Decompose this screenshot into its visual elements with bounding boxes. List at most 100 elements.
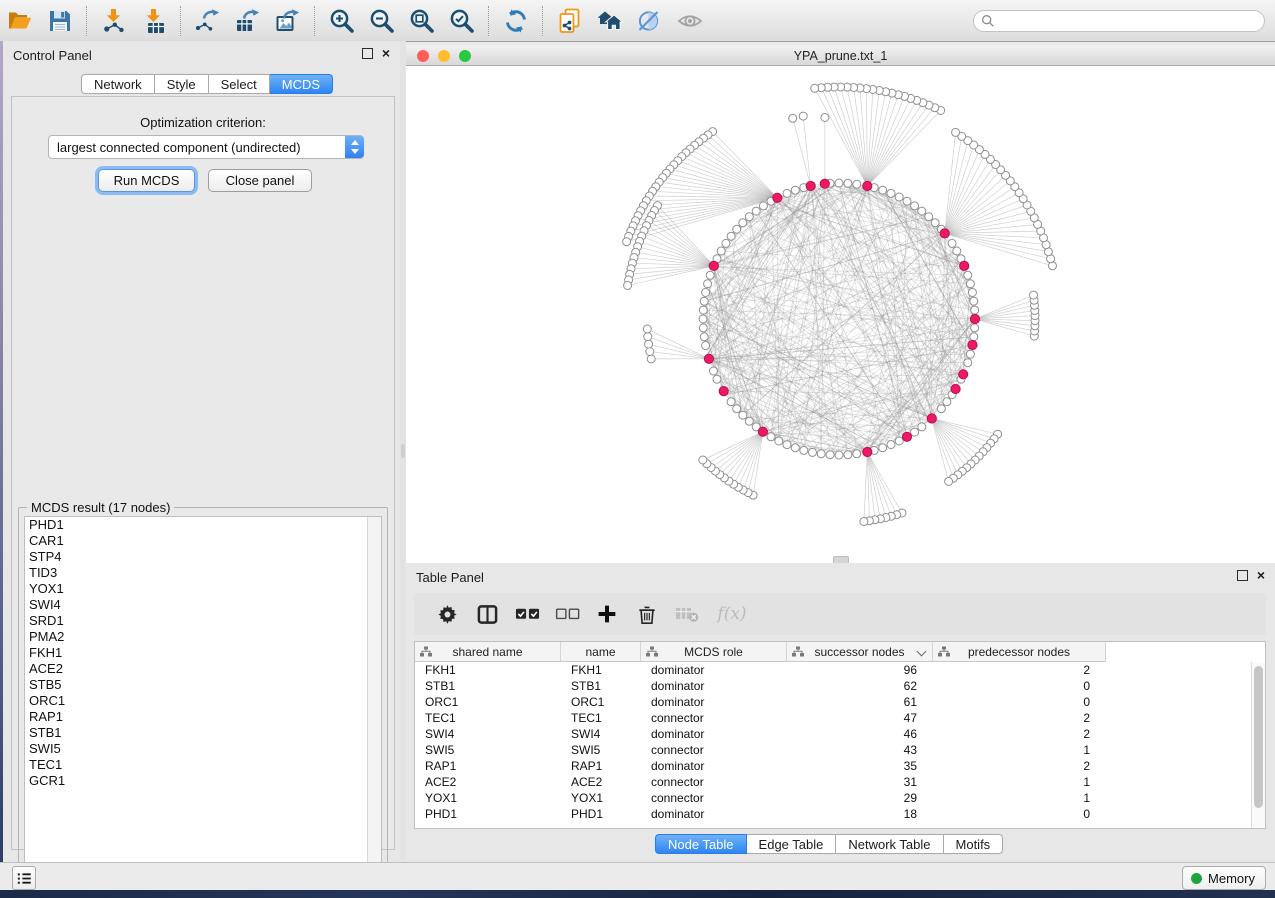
close-table-panel-icon[interactable]: × <box>1257 571 1265 580</box>
mcds-node[interactable] <box>704 354 713 363</box>
mcds-result-list[interactable]: PHD1CAR1STP4TID3YOX1SWI4SRD1PMA2FKH1ACE2… <box>24 516 382 873</box>
refresh-network-button[interactable] <box>501 6 531 36</box>
tab-select[interactable]: Select <box>209 74 270 94</box>
mcds-node[interactable] <box>968 340 977 349</box>
table-row[interactable]: ACE2ACE2connector311 <box>415 774 1252 790</box>
table-row[interactable]: SWI4SWI4dominator462 <box>415 726 1252 742</box>
zoom-selected-button[interactable] <box>447 6 477 36</box>
tab-network-table[interactable]: Network Table <box>836 834 943 854</box>
mcds-node[interactable] <box>758 427 767 436</box>
mcds-result-item[interactable]: RAP1 <box>25 709 381 725</box>
show-details-button[interactable] <box>675 6 705 36</box>
tab-edge-table[interactable]: Edge Table <box>747 834 837 854</box>
hide-details-button[interactable] <box>635 6 665 36</box>
zoom-in-button[interactable] <box>327 6 357 36</box>
column-header-shared_name[interactable]: shared name <box>415 642 561 662</box>
memory-button[interactable]: Memory <box>1182 866 1266 890</box>
export-table-button[interactable] <box>233 6 263 36</box>
import-network-button[interactable] <box>99 6 129 36</box>
mcds-result-item[interactable]: SRD1 <box>25 613 381 629</box>
close-panel-button[interactable]: Close panel <box>208 169 312 192</box>
export-image-button[interactable] <box>273 6 303 36</box>
table-options-gear-button[interactable] <box>430 598 464 630</box>
network-canvas[interactable] <box>406 66 1275 563</box>
splitter-handle[interactable] <box>401 444 405 458</box>
column-header-predecessor_nodes[interactable]: predecessor nodes <box>933 642 1106 662</box>
mcds-node[interactable] <box>863 181 872 190</box>
table-scrollbar-thumb[interactable] <box>1254 666 1263 808</box>
mcds-node[interactable] <box>951 384 960 393</box>
table-row[interactable]: PHD1PHD1dominator180 <box>415 806 1252 822</box>
column-header-mcds_role[interactable]: MCDS role <box>641 642 787 662</box>
mcds-result-item[interactable]: ACE2 <box>25 661 381 677</box>
tab-style[interactable]: Style <box>155 74 209 94</box>
export-image-icon <box>275 8 301 34</box>
mcds-result-item[interactable]: STP4 <box>25 549 381 565</box>
table-row[interactable]: ORC1ORC1dominator610 <box>415 694 1252 710</box>
mcds-node[interactable] <box>863 447 872 456</box>
search-input[interactable] <box>995 12 1264 30</box>
mcds-node[interactable] <box>959 370 968 379</box>
mcds-result-item[interactable]: SWI5 <box>25 741 381 757</box>
optimization-criterion-select[interactable]: largest connected component (undirected) <box>48 135 364 159</box>
tab-mcds[interactable]: MCDS <box>270 74 333 94</box>
save-session-button[interactable] <box>45 6 75 36</box>
network-window-titlebar[interactable]: YPA_prune.txt_1 <box>406 45 1275 66</box>
table-row[interactable]: FKH1FKH1dominator962 <box>415 662 1252 678</box>
mcds-node[interactable] <box>902 432 911 441</box>
zoom-out-button[interactable] <box>367 6 397 36</box>
mcds-node[interactable] <box>719 387 728 396</box>
tab-motifs[interactable]: Motifs <box>944 834 1004 854</box>
deselect-all-rows-button[interactable] <box>550 598 584 630</box>
close-panel-icon[interactable]: × <box>382 49 390 58</box>
task-history-button[interactable] <box>12 866 36 890</box>
mcds-result-item[interactable]: ORC1 <box>25 693 381 709</box>
mcds-result-item[interactable]: PMA2 <box>25 629 381 645</box>
table-row[interactable]: SWI5SWI5connector431 <box>415 742 1252 758</box>
mcds-node[interactable] <box>970 314 979 323</box>
table-row[interactable]: TEC1TEC1connector472 <box>415 710 1252 726</box>
column-header-name[interactable]: name <box>561 642 641 662</box>
mcds-result-item[interactable]: STB5 <box>25 677 381 693</box>
mcds-result-item[interactable]: YOX1 <box>25 581 381 597</box>
mcds-result-item[interactable]: CAR1 <box>25 533 381 549</box>
mcds-result-item[interactable]: GCR1 <box>25 773 381 789</box>
export-network-button[interactable] <box>193 6 223 36</box>
column-header-successor_nodes[interactable]: successor nodes <box>787 642 933 662</box>
mcds-result-item[interactable]: TEC1 <box>25 757 381 773</box>
table-row[interactable]: RAP1RAP1dominator352 <box>415 758 1252 774</box>
mcds-list-scrollbar[interactable] <box>367 517 381 872</box>
mcds-node[interactable] <box>806 181 815 190</box>
mcds-node[interactable] <box>709 261 718 270</box>
mcds-node[interactable] <box>820 179 829 188</box>
tab-node-table[interactable]: Node Table <box>655 834 747 854</box>
cell-successor_nodes: 18 <box>787 806 933 822</box>
search-box[interactable] <box>973 10 1265 32</box>
import-table-button[interactable] <box>139 6 169 36</box>
toggle-columns-button[interactable] <box>470 598 504 630</box>
mcds-node[interactable] <box>773 193 782 202</box>
houses-button[interactable] <box>595 6 625 36</box>
table-row[interactable]: YOX1YOX1connector291 <box>415 790 1252 806</box>
table-scrollbar[interactable] <box>1251 662 1265 828</box>
open-folder-button[interactable] <box>5 6 35 36</box>
float-table-panel-icon[interactable] <box>1237 570 1248 581</box>
share-document-button[interactable] <box>555 6 585 36</box>
zoom-fit-button[interactable] <box>407 6 437 36</box>
mcds-node[interactable] <box>960 261 969 270</box>
mcds-result-item[interactable]: STB1 <box>25 725 381 741</box>
select-all-rows-button[interactable] <box>510 598 544 630</box>
mcds-node[interactable] <box>927 414 936 423</box>
mcds-node[interactable] <box>940 229 949 238</box>
mcds-result-item[interactable]: TID3 <box>25 565 381 581</box>
mcds-result-item[interactable]: SWI4 <box>25 597 381 613</box>
float-panel-icon[interactable] <box>362 48 373 59</box>
network-graph[interactable] <box>406 66 1275 563</box>
mcds-result-item[interactable]: PHD1 <box>25 517 381 533</box>
tab-network[interactable]: Network <box>81 74 155 94</box>
delete-column-button[interactable] <box>630 598 664 630</box>
mcds-result-item[interactable]: FKH1 <box>25 645 381 661</box>
add-column-button[interactable] <box>590 598 624 630</box>
run-mcds-button[interactable]: Run MCDS <box>98 169 195 192</box>
table-row[interactable]: STB1STB1dominator620 <box>415 678 1252 694</box>
